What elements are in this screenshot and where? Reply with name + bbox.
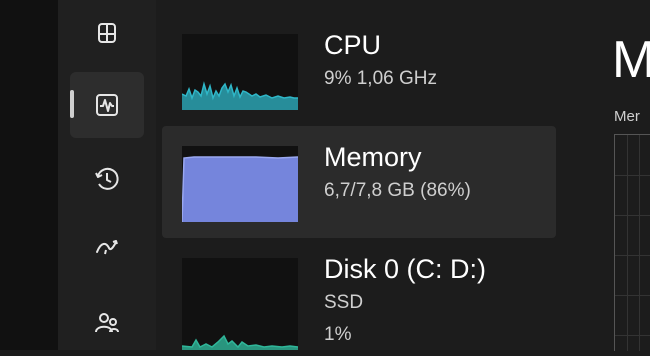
app-history-icon	[95, 167, 119, 190]
window-edge	[0, 0, 58, 350]
sidebar-item-startup-apps[interactable]	[70, 214, 144, 280]
cpu-mini-graph	[182, 34, 298, 110]
processes-grid-icon	[98, 23, 116, 43]
disk-type: SSD	[324, 292, 364, 313]
performance-content: CPU 9% 1,06 GHz Memory 6,7/7,8 GB (86%) …	[156, 0, 650, 351]
graph-gridline	[615, 215, 650, 216]
detail-title: M	[612, 31, 650, 89]
disk-usage: 1%	[324, 324, 352, 345]
perf-card-disk[interactable]: Disk 0 (C: D:) SSD 1%	[162, 238, 556, 350]
startup-apps-icon	[96, 240, 118, 255]
detail-graph-label: Mer	[614, 108, 640, 125]
memory-usage: 6,7/7,8 GB (86%)	[324, 180, 471, 201]
graph-gridline	[615, 255, 650, 256]
graph-gridline	[615, 295, 650, 296]
active-indicator	[70, 90, 74, 118]
graph-gridline	[615, 335, 650, 336]
perf-card-memory[interactable]: Memory 6,7/7,8 GB (86%)	[162, 126, 556, 238]
sidebar-item-app-history[interactable]	[70, 146, 144, 212]
sidebar-item-processes[interactable]	[70, 0, 144, 66]
performance-pulse-icon	[96, 94, 118, 116]
sidebar-nav	[58, 0, 156, 350]
disk-title: Disk 0 (C: D:)	[324, 254, 486, 284]
memory-mini-graph	[182, 146, 298, 222]
graph-gridline	[615, 175, 650, 176]
sidebar-item-users[interactable]	[70, 290, 144, 356]
graph-gridline	[639, 135, 640, 351]
cpu-title: CPU	[324, 30, 382, 60]
users-icon	[95, 313, 119, 333]
perf-card-cpu[interactable]: CPU 9% 1,06 GHz	[162, 14, 556, 126]
memory-usage-graph	[614, 134, 650, 351]
graph-gridline	[627, 135, 628, 351]
cpu-usage: 9% 1,06 GHz	[324, 68, 437, 89]
sidebar-item-performance[interactable]	[70, 72, 144, 138]
disk-mini-graph	[182, 258, 298, 350]
memory-title: Memory	[324, 142, 422, 172]
